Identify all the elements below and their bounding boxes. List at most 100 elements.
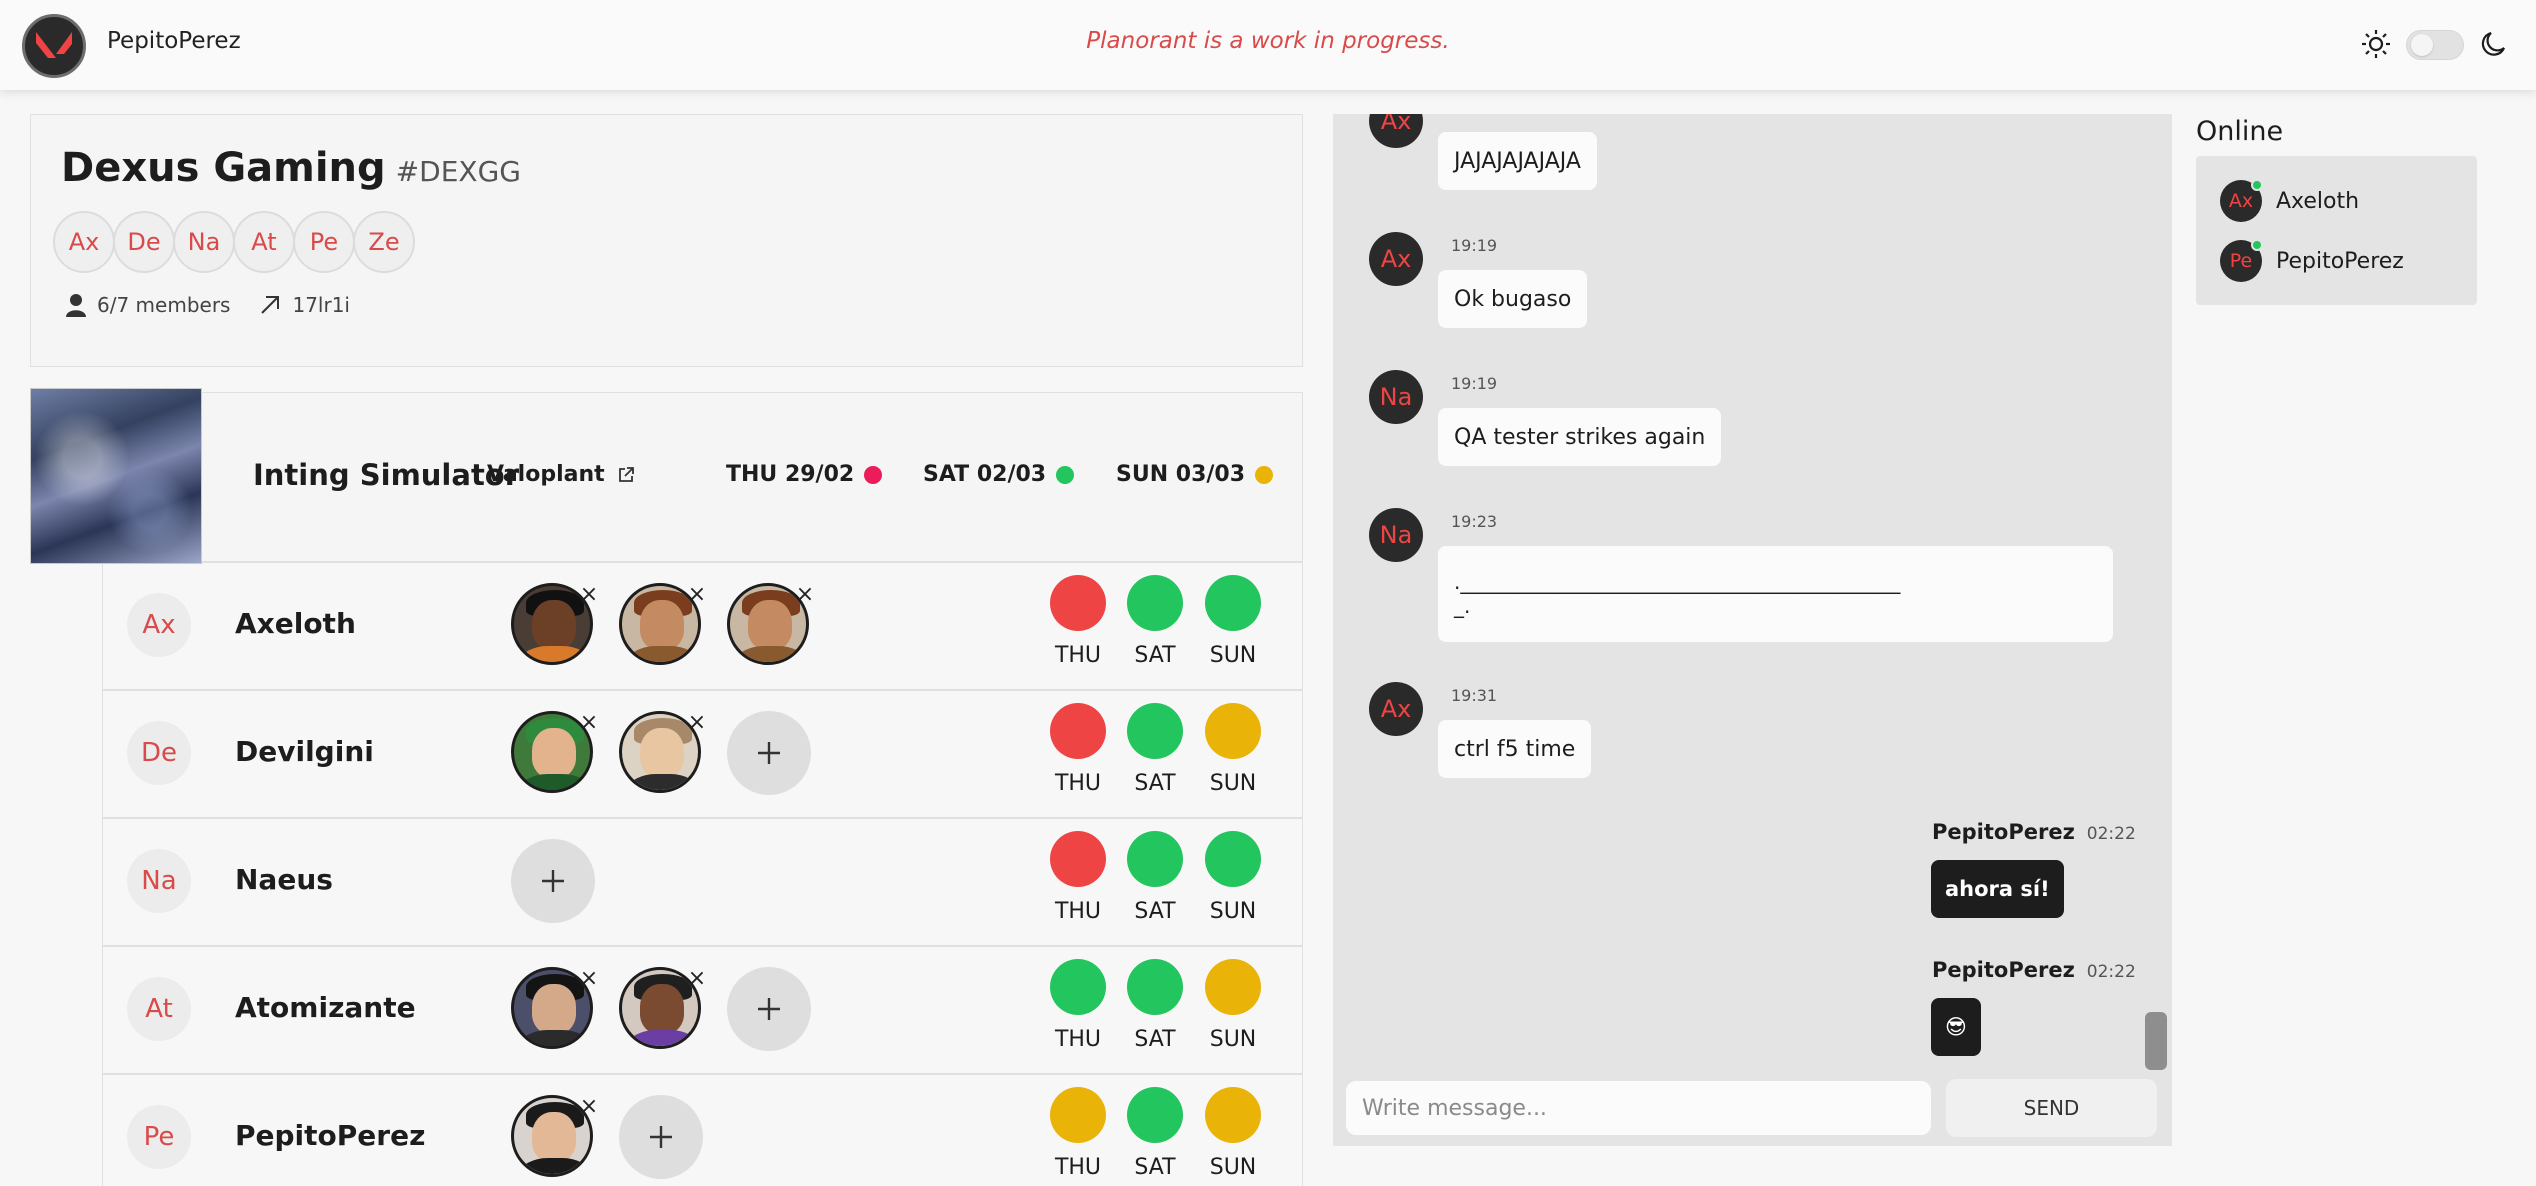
availability-sun[interactable] <box>1205 831 1261 887</box>
member-chip[interactable]: Ax <box>53 211 115 273</box>
map-thumbnail <box>30 388 202 564</box>
add-agent-button[interactable] <box>727 967 811 1051</box>
close-icon[interactable]: × <box>577 711 601 735</box>
match-title: Inting Simulator <box>253 458 520 492</box>
online-user[interactable]: Pe PepitoPerez <box>2220 239 2404 282</box>
availability-sat[interactable] <box>1127 959 1183 1015</box>
wip-banner: Planorant is a work in progress. <box>1086 28 1450 54</box>
sun-icon[interactable] <box>2360 28 2392 64</box>
plus-icon <box>758 998 780 1020</box>
plus-icon <box>758 742 780 764</box>
day-sat-dot <box>1056 465 1075 484</box>
chat-message: QA tester strikes again <box>1438 408 1722 466</box>
member-chip[interactable]: De <box>113 211 175 273</box>
availability-label: SUN <box>1209 643 1257 668</box>
availability-sun[interactable] <box>1205 575 1261 631</box>
close-icon[interactable]: × <box>577 967 601 991</box>
online-user[interactable]: Ax Axeloth <box>2220 179 2360 222</box>
player-avatar: Ax <box>127 593 191 657</box>
availability-label: THU <box>1054 771 1102 796</box>
day-sun-dot <box>1255 465 1274 484</box>
chat-time: 19:23 <box>1451 512 1498 531</box>
member-chip[interactable]: At <box>233 211 295 273</box>
availability-sat[interactable] <box>1127 703 1183 759</box>
theme-toggle[interactable] <box>2406 30 2464 60</box>
moon-icon[interactable] <box>2478 28 2510 64</box>
availability-thu[interactable] <box>1050 959 1106 1015</box>
plus-icon <box>650 1126 672 1148</box>
close-icon[interactable]: × <box>685 967 709 991</box>
own-message-time: 02:22 <box>2086 824 2136 844</box>
player-avatar: Pe <box>127 1105 191 1169</box>
invite-code-text: 17lr1i <box>292 293 350 317</box>
availability-thu[interactable] <box>1050 831 1106 887</box>
availability-label: SAT <box>1134 1027 1176 1052</box>
day-sat-label: SAT 02/03 <box>923 462 1047 487</box>
close-icon[interactable]: × <box>685 583 709 607</box>
availability-label: SAT <box>1134 1155 1176 1180</box>
member-chip[interactable]: Pe <box>293 211 355 273</box>
invite-code[interactable]: 17lr1i <box>258 293 350 317</box>
chat-time: 19:31 <box>1451 686 1498 705</box>
chat-avatar: Na <box>1369 370 1423 424</box>
day-sun: SUN 03/03 <box>1116 462 1274 487</box>
availability-thu[interactable] <box>1050 575 1106 631</box>
close-icon[interactable]: × <box>577 583 601 607</box>
player-name: PepitoPerez <box>235 1119 426 1152</box>
own-message-header: PepitoPerez 02:22 <box>1932 820 2136 844</box>
chat-avatar: Ax <box>1369 114 1423 148</box>
arrow-up-right-icon <box>261 296 280 314</box>
add-agent-button[interactable] <box>511 839 595 923</box>
availability-sun[interactable] <box>1205 703 1261 759</box>
add-agent-button[interactable] <box>619 1095 703 1179</box>
match-header <box>30 392 1303 562</box>
day-sun-label: SUN 03/03 <box>1116 462 1246 487</box>
availability-sat[interactable] <box>1127 575 1183 631</box>
team-card: Dexus Gaming #DEXGG Ax De Na At Pe Ze 6/7… <box>30 114 1303 367</box>
chat-avatar: Ax <box>1369 232 1423 286</box>
availability-sun[interactable] <box>1205 1087 1261 1143</box>
send-button[interactable]: SEND <box>1946 1079 2157 1137</box>
chat-time: 19:19 <box>1451 374 1498 393</box>
team-name: Dexus Gaming #DEXGG <box>61 145 521 191</box>
availability-sun[interactable] <box>1205 959 1261 1015</box>
members-count: 6/7 members <box>65 293 230 317</box>
online-title: Online <box>2196 116 2284 147</box>
availability-label: SAT <box>1134 643 1176 668</box>
member-chips: Ax De Na At Pe Ze <box>53 211 415 273</box>
close-icon[interactable]: × <box>793 583 817 607</box>
member-chip[interactable]: Na <box>173 211 235 273</box>
online-avatar-initials: Pe <box>2229 250 2253 272</box>
player-row: Ax Axeloth × × × THU SAT SUN <box>102 562 1303 690</box>
own-message-time: 02:22 <box>2086 962 2136 982</box>
chat-message: ctrl f5 time <box>1438 720 1592 778</box>
chat-message-line: ._______________________________________… <box>1454 570 1901 594</box>
chat-panel[interactable]: Ax JAJAJAJAJAJA Ax 19:19 Ok bugaso Na 19… <box>1333 114 2172 1146</box>
chat-message: Ok bugaso <box>1438 270 1588 328</box>
online-status-dot <box>2251 179 2263 191</box>
chat-avatar: Na <box>1369 508 1423 562</box>
availability-sat[interactable] <box>1127 1087 1183 1143</box>
availability-thu[interactable] <box>1050 703 1106 759</box>
availability-label: SAT <box>1134 899 1176 924</box>
chat-message: JAJAJAJAJAJA <box>1438 132 1597 190</box>
chat-scrollbar[interactable] <box>2145 1012 2167 1070</box>
day-thu: THU 29/02 <box>726 462 883 487</box>
close-icon[interactable]: × <box>577 1095 601 1119</box>
online-user-name: PepitoPerez <box>2276 248 2404 274</box>
availability-label: THU <box>1054 1155 1102 1180</box>
player-avatar: Na <box>127 849 191 913</box>
team-tag: #DEXGG <box>395 155 521 188</box>
availability-label: SUN <box>1209 1027 1257 1052</box>
own-chat-message: ahora sí! <box>1931 860 2064 918</box>
close-icon[interactable]: × <box>685 711 709 735</box>
members-count-text: 6/7 members <box>97 293 231 317</box>
message-input[interactable] <box>1346 1081 1931 1135</box>
valoplant-link[interactable]: Valoplant <box>487 462 635 487</box>
add-agent-button[interactable] <box>727 711 811 795</box>
availability-thu[interactable] <box>1050 1087 1106 1143</box>
member-chip[interactable]: Ze <box>353 211 415 273</box>
day-sat: SAT 02/03 <box>923 462 1075 487</box>
availability-sat[interactable] <box>1127 831 1183 887</box>
online-user-name: Axeloth <box>2276 188 2360 214</box>
